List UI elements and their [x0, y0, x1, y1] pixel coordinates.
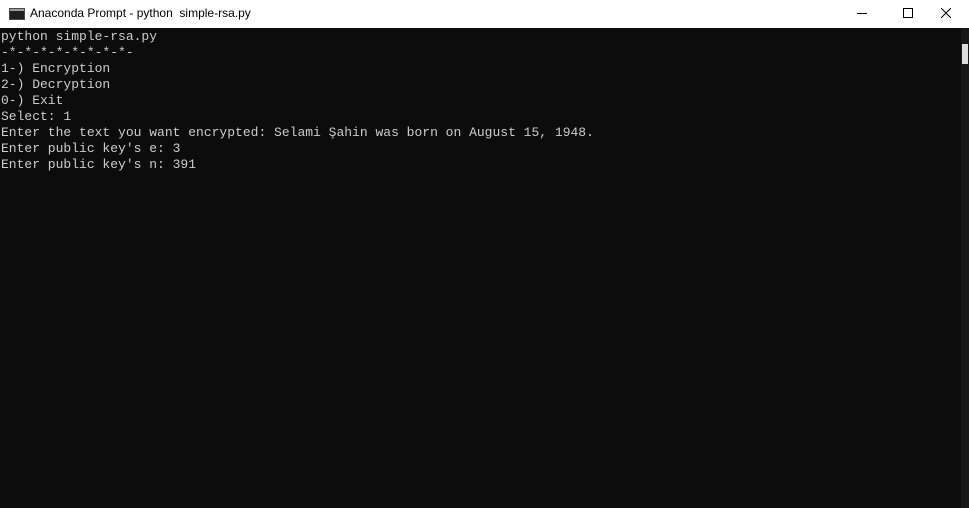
maximize-icon	[903, 5, 913, 23]
close-icon	[940, 5, 952, 23]
console-window: Anaconda Prompt - python simple-rsa.py p…	[0, 0, 969, 508]
command-line: python simple-rsa.py	[1, 29, 158, 44]
scrollbar-thumb[interactable]	[962, 44, 968, 64]
title-bar[interactable]: Anaconda Prompt - python simple-rsa.py	[0, 0, 969, 28]
menu-option-exit: 0-) Exit	[1, 93, 64, 108]
minimize-button[interactable]	[839, 0, 885, 28]
plaintext-prompt: Enter the text you want encrypted: Selam…	[1, 125, 594, 140]
public-key-n-prompt: Enter public key's n: 391	[1, 157, 197, 172]
close-button[interactable]	[923, 0, 969, 28]
console-output[interactable]: python simple-rsa.py -*-*-*-*-*-*-*-*- 1…	[0, 28, 961, 508]
separator-line: -*-*-*-*-*-*-*-*-	[1, 45, 134, 60]
vertical-scrollbar[interactable]	[961, 28, 969, 508]
select-prompt: Select: 1	[1, 109, 72, 124]
console-window-icon	[9, 7, 25, 20]
window-title: Anaconda Prompt - python simple-rsa.py	[30, 6, 251, 20]
menu-option-decryption: 2-) Decryption	[1, 77, 111, 92]
menu-option-encryption: 1-) Encryption	[1, 61, 111, 76]
minimize-icon	[857, 5, 867, 23]
public-key-e-prompt: Enter public key's e: 3	[1, 141, 181, 156]
